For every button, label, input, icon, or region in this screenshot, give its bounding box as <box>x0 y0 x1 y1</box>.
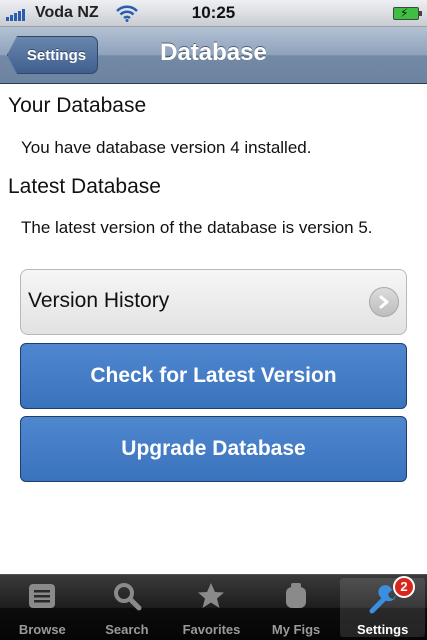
notification-badge: 2 <box>392 576 415 598</box>
magnifier-icon <box>112 581 142 616</box>
battery-charging-icon: ⚡ <box>393 6 422 20</box>
tab-my-figs-label: My Figs <box>271 622 321 637</box>
version-history-button[interactable]: Version History <box>20 269 407 335</box>
list-icon <box>27 581 57 616</box>
tab-settings-label: Settings <box>357 622 409 637</box>
status-bar: Voda NZ 10:25 ⚡ <box>0 0 427 27</box>
tab-favorites[interactable]: Favorites <box>169 575 254 640</box>
tab-settings[interactable]: 2 Settings <box>340 576 425 637</box>
tab-search[interactable]: Search <box>85 575 170 640</box>
latest-database-heading: Latest Database <box>8 175 161 198</box>
installed-version-text: You have database version 4 installed. <box>21 138 312 157</box>
star-icon <box>196 581 226 616</box>
version-history-label: Version History <box>28 289 170 312</box>
tab-browse[interactable]: Browse <box>0 575 85 640</box>
your-database-heading: Your Database <box>8 94 147 117</box>
latest-version-text: The latest version of the database is ve… <box>21 218 373 237</box>
upgrade-database-button[interactable]: Upgrade Database <box>20 416 407 482</box>
tab-my-figs[interactable]: My Figs <box>254 575 339 640</box>
tab-bar: Browse Search Favorites My Figs 2 Settin… <box>0 574 427 640</box>
chevron-right-icon[interactable] <box>369 287 399 317</box>
navigation-bar: Settings Database <box>0 27 427 84</box>
page-title: Database <box>160 39 267 66</box>
tab-search-label: Search <box>105 622 149 637</box>
figure-icon <box>281 581 311 616</box>
tab-browse-label: Browse <box>18 622 66 637</box>
clock: 10:25 <box>191 3 236 22</box>
check-latest-version-button[interactable]: Check for Latest Version <box>20 343 407 409</box>
tab-favorites-label: Favorites <box>182 622 241 637</box>
main-content: Your Database You have database version … <box>0 84 427 574</box>
